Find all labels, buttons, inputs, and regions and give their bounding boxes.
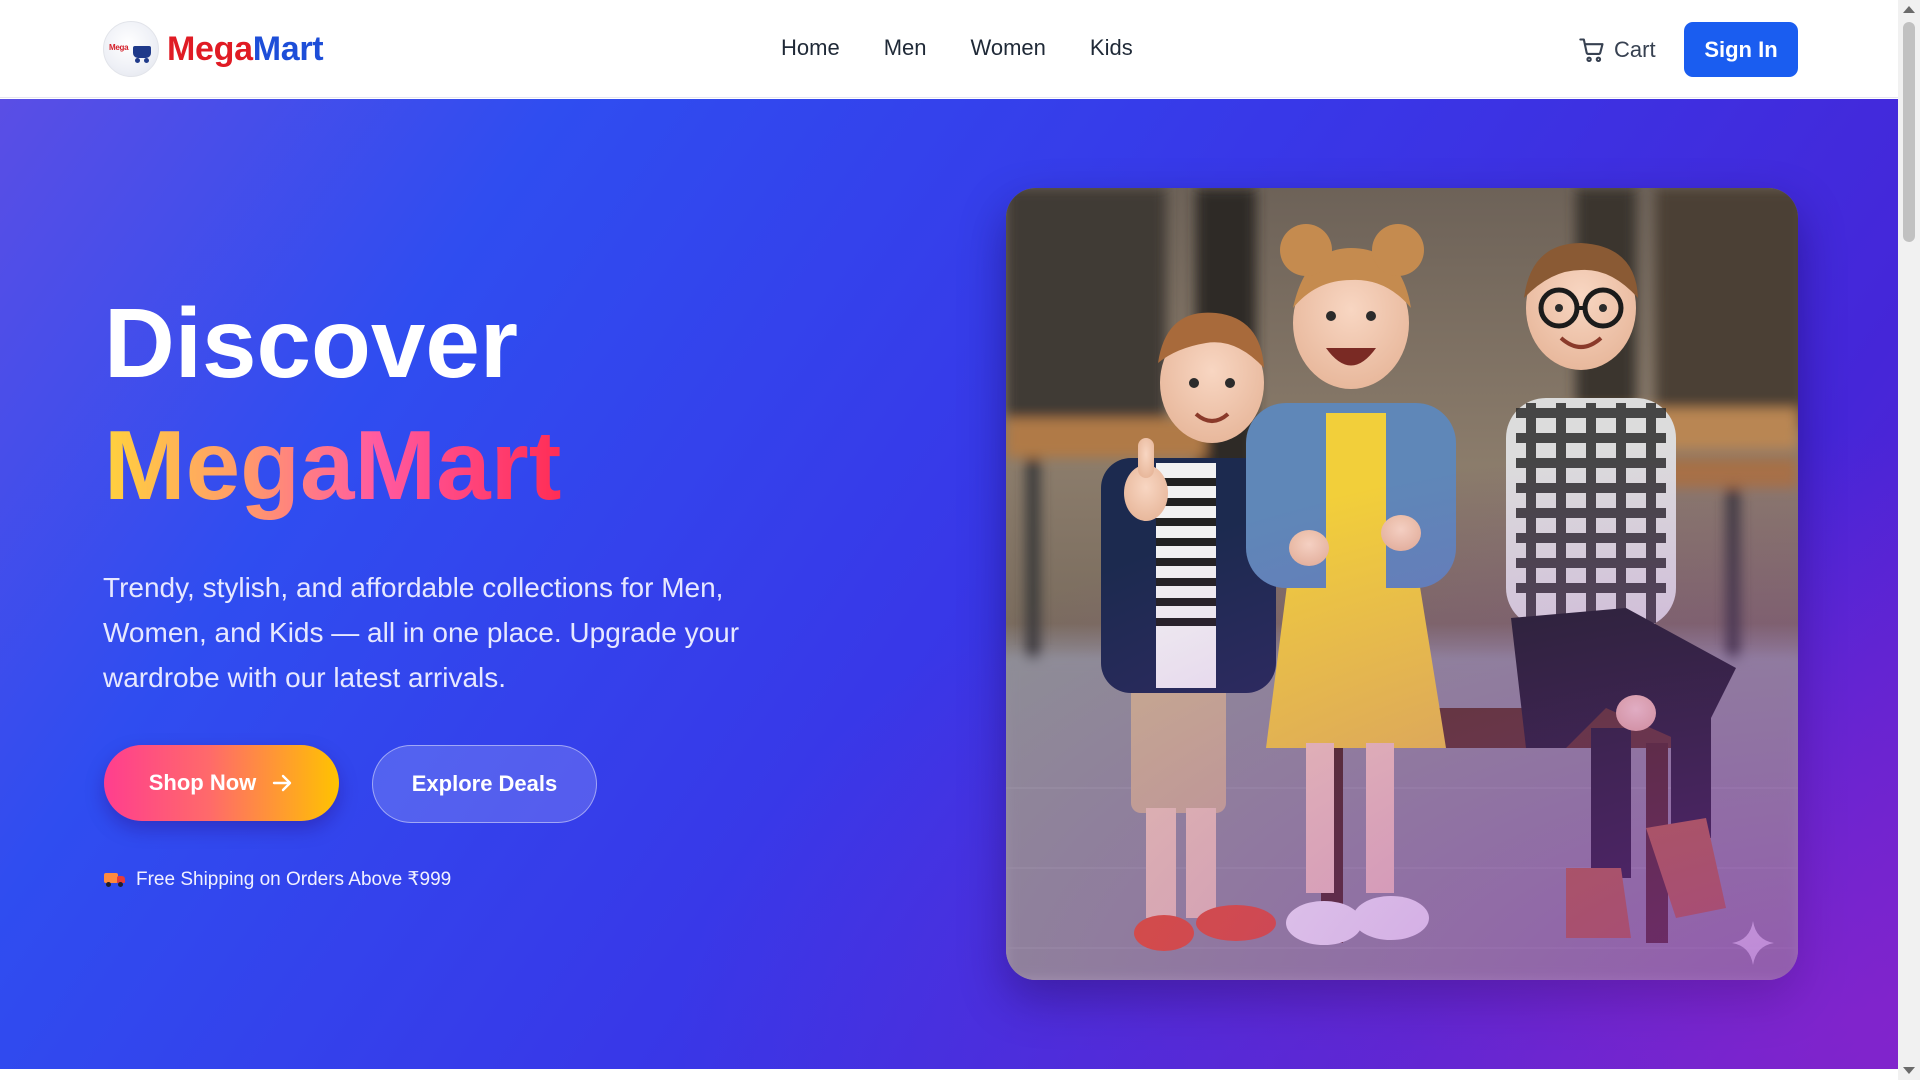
free-shipping-note: Free Shipping on Orders Above ₹999 — [104, 868, 451, 891]
scrollbar-thumb[interactable] — [1903, 22, 1915, 242]
nav-item-kids[interactable]: Kids — [1090, 35, 1133, 61]
nav-item-women[interactable]: Women — [970, 35, 1045, 61]
scroll-down-icon[interactable] — [1903, 1067, 1915, 1074]
page-scrollbar[interactable] — [1898, 0, 1920, 1080]
logo-badge-text: Mega — [109, 43, 129, 52]
hero-subtitle: Trendy, stylish, and affordable collecti… — [103, 572, 740, 693]
shopping-cart-icon — [1579, 38, 1604, 63]
explore-deals-button[interactable]: Explore Deals — [372, 745, 597, 823]
scroll-up-icon[interactable] — [1903, 6, 1915, 13]
brand-logo[interactable]: Mega MegaMart — [103, 21, 324, 77]
cart-link[interactable]: Cart — [1578, 36, 1656, 64]
hero-image — [1006, 188, 1798, 980]
brand-name: MegaMart — [167, 29, 324, 69]
shop-now-label: Shop Now — [148, 770, 257, 795]
logo-cart-icon — [133, 46, 151, 63]
nav-item-home[interactable]: Home — [781, 35, 840, 61]
hero-section: Discover MegaMart Trendy, stylish, and a… — [0, 99, 1898, 1069]
main-nav: Home Men Women Kids — [781, 35, 1133, 61]
hero-headline-line1: Discover — [104, 288, 519, 398]
brand-name-part2: Mart — [252, 29, 324, 68]
logo-badge-icon: Mega — [103, 21, 159, 77]
delivery-truck-icon — [104, 872, 126, 887]
nav-item-men[interactable]: Men — [884, 35, 927, 61]
hero-headline-brand: MegaMart — [104, 404, 561, 527]
shop-now-button[interactable]: Shop Now — [104, 745, 339, 821]
sign-in-button[interactable]: Sign In — [1684, 22, 1798, 77]
cart-label: Cart — [1614, 37, 1656, 62]
free-shipping-text: Free Shipping on Orders Above ₹999 — [136, 869, 452, 890]
site-header: Mega MegaMart Home Men Women Kids Cart S… — [0, 0, 1898, 98]
arrow-right-icon — [273, 774, 292, 792]
brand-name-part1: Mega — [167, 29, 253, 68]
